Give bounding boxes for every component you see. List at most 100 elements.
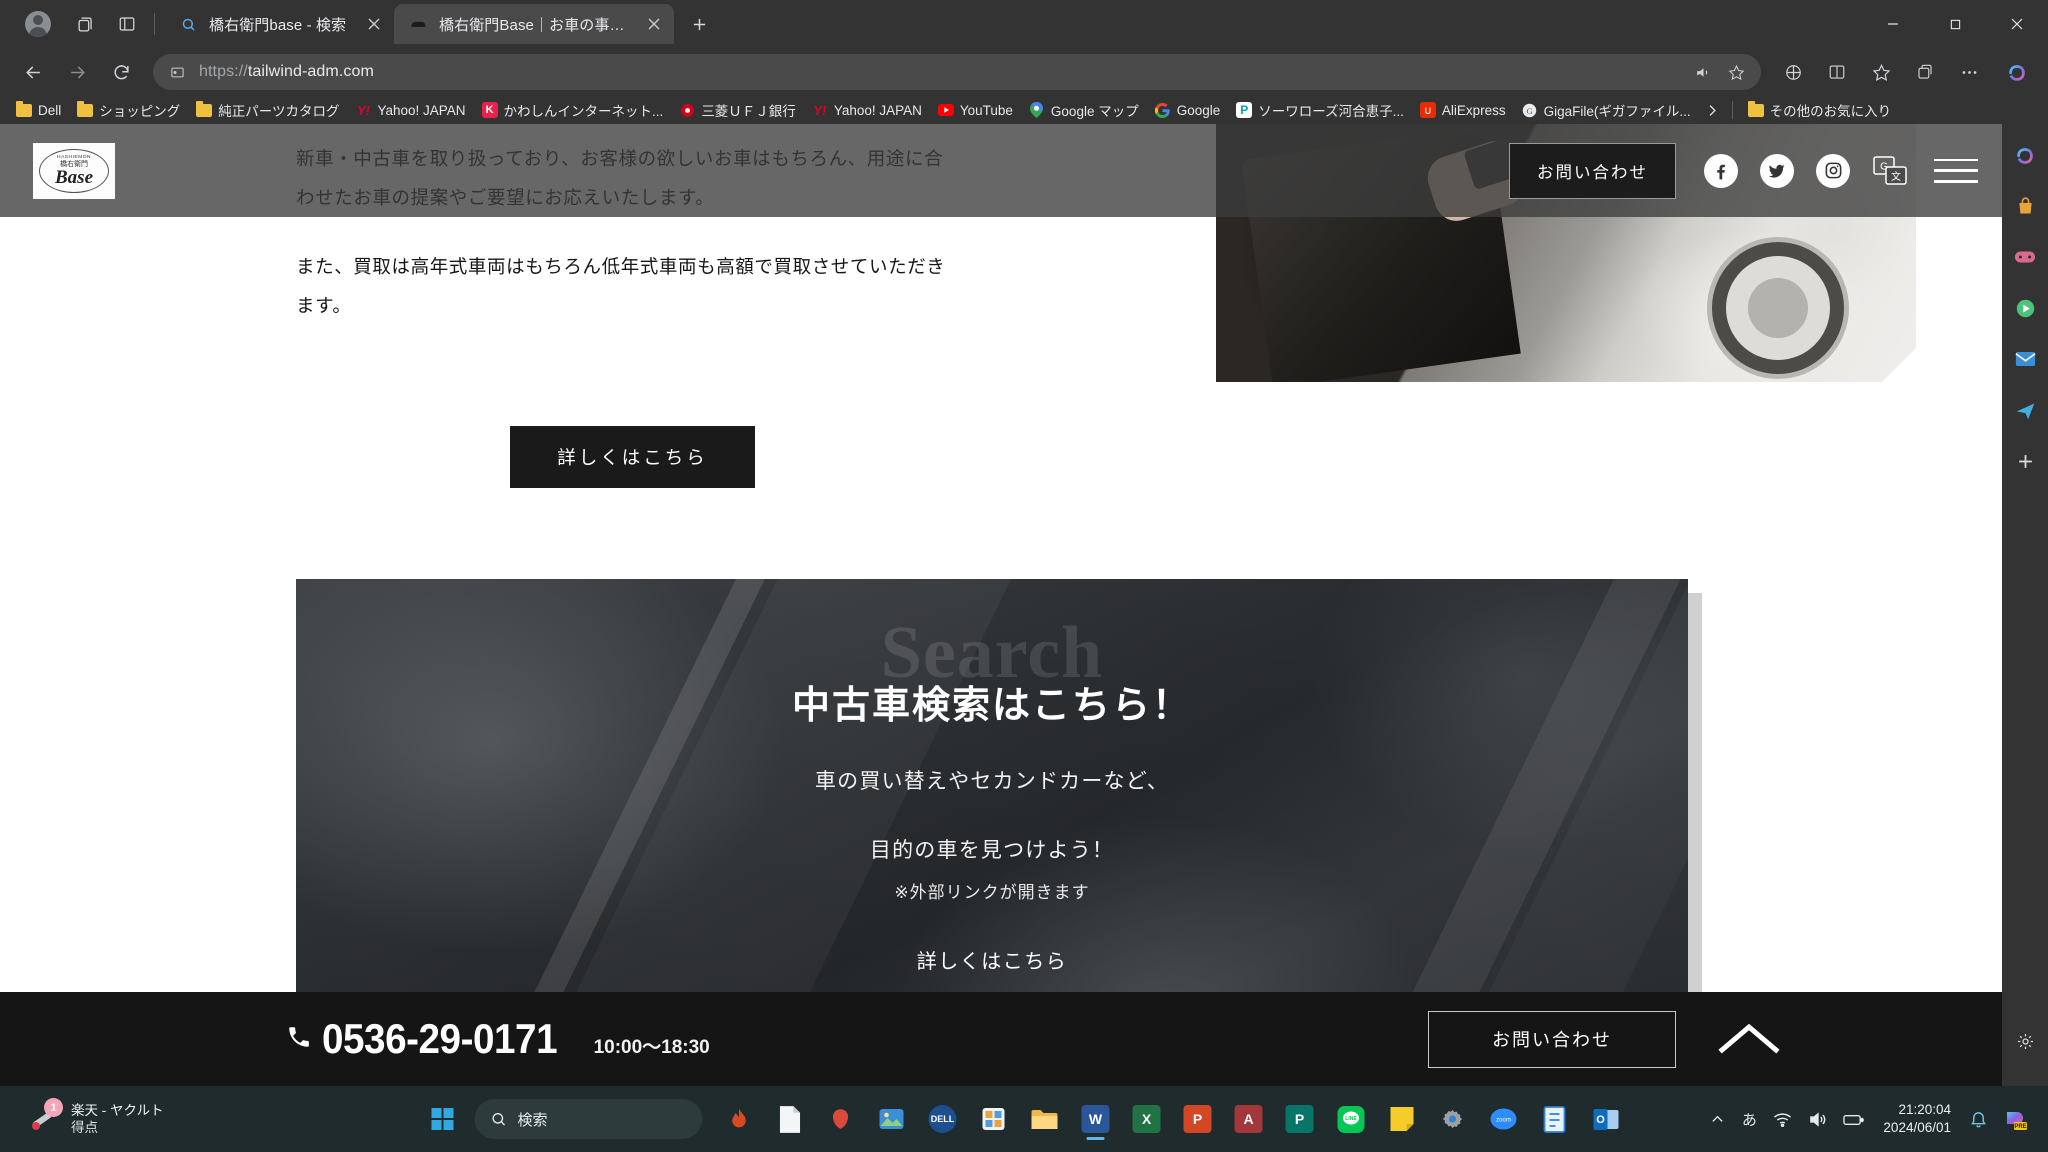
- site-info-icon[interactable]: [165, 60, 189, 84]
- maximize-button[interactable]: [1924, 0, 1986, 48]
- taskbar-app-zoom[interactable]: zoom: [1481, 1096, 1527, 1142]
- back-button[interactable]: [14, 53, 52, 91]
- search-watermark-text: Search: [880, 612, 1104, 694]
- bookmark-shopping[interactable]: ショッピング: [69, 98, 188, 122]
- sports-widget-icon: 1: [22, 1098, 63, 1139]
- close-icon[interactable]: [362, 12, 386, 36]
- tab-actions-icon[interactable]: [67, 6, 103, 42]
- games-icon[interactable]: [2008, 240, 2042, 274]
- taskbar-app-outlook[interactable]: O: [1583, 1096, 1629, 1142]
- header-contact-button[interactable]: お問い合わせ: [1509, 142, 1676, 199]
- instagram-icon[interactable]: [1816, 153, 1850, 188]
- search-section-line2: 目的の車を見つけよう！: [869, 839, 1115, 862]
- address-bar[interactable]: https://tailwind-adm.com: [153, 54, 1761, 90]
- profile-button[interactable]: [18, 4, 58, 44]
- split-screen-icon[interactable]: [109, 6, 145, 42]
- shopping-icon[interactable]: [2008, 189, 2042, 223]
- copilot-icon[interactable]: [2008, 138, 2042, 172]
- bookmark-aliexpress[interactable]: ∪ AliExpress: [1412, 98, 1514, 122]
- taskbar-clock[interactable]: 21:20:04 2024/06/01: [1873, 1096, 1961, 1142]
- favorite-star-icon[interactable]: [1721, 57, 1751, 87]
- svg-text:O: O: [1596, 1114, 1605, 1126]
- search-icon: [491, 1111, 507, 1127]
- forward-button[interactable]: [58, 53, 96, 91]
- bookmark-sowarose[interactable]: P ソーワローズ河合恵子...: [1228, 98, 1412, 122]
- taskbar-app-document[interactable]: [767, 1096, 813, 1142]
- volume-icon[interactable]: [1801, 1096, 1834, 1142]
- browser-essentials-icon[interactable]: [1774, 53, 1812, 91]
- scroll-to-top-button[interactable]: [1716, 1019, 1782, 1059]
- phone-block[interactable]: 0536-29-0171 10:00〜18:30: [286, 1015, 710, 1063]
- tools-icon[interactable]: [2008, 393, 2042, 427]
- taskbar-app-firefox[interactable]: [818, 1096, 864, 1142]
- bookmark-dell[interactable]: Dell: [8, 98, 69, 122]
- split-screen-button[interactable]: [1818, 53, 1856, 91]
- bookmark-google[interactable]: Google: [1147, 98, 1229, 122]
- read-aloud-icon[interactable]: [1688, 57, 1718, 87]
- collections-button[interactable]: [1906, 53, 1944, 91]
- browser-tab-0[interactable]: 橋右衛門base - 検索: [164, 4, 394, 44]
- media-icon[interactable]: [2008, 291, 2042, 325]
- outlook-icon[interactable]: [2008, 342, 2042, 376]
- edge-sidebar: [2002, 124, 2048, 1086]
- minimize-button[interactable]: [1862, 0, 1924, 48]
- taskbar-app-publisher[interactable]: P: [1277, 1096, 1323, 1142]
- kawashin-icon: K: [481, 102, 498, 118]
- sidebar-settings-icon[interactable]: [2008, 1024, 2042, 1058]
- copilot-pre-icon[interactable]: PRE: [1996, 1096, 2036, 1142]
- taskbar-app-excel[interactable]: X: [1124, 1096, 1170, 1142]
- add-sidebar-icon[interactable]: [2008, 444, 2042, 478]
- site-logo[interactable]: HASHIEMON 橋右衛門 Base: [33, 142, 115, 199]
- taskbar-widget-sports[interactable]: 1 楽天 - ヤクルト 得点: [22, 1098, 272, 1139]
- taskbar-app-access[interactable]: A: [1226, 1096, 1272, 1142]
- taskbar-app-notes[interactable]: [1379, 1096, 1425, 1142]
- taskbar-app-photos[interactable]: [869, 1096, 915, 1142]
- intro-more-button[interactable]: 詳しくはこちら: [510, 426, 755, 488]
- taskbar-app-snipping[interactable]: [1532, 1096, 1578, 1142]
- bookmark-parts-catalog[interactable]: 純正パーツカタログ: [188, 98, 347, 122]
- taskbar-search-box[interactable]: 検索: [474, 1099, 703, 1139]
- search-more-link[interactable]: 詳しくはこちら: [917, 945, 1068, 974]
- window-controls: [1862, 0, 2048, 48]
- copilot-button[interactable]: [1998, 53, 2036, 91]
- refresh-button[interactable]: [102, 53, 140, 91]
- taskbar-app-line[interactable]: LINE: [1328, 1096, 1374, 1142]
- bookmark-youtube[interactable]: YouTube: [930, 98, 1021, 122]
- ime-indicator[interactable]: あ: [1734, 1096, 1764, 1142]
- bookmarks-overflow-button[interactable]: [1701, 98, 1725, 122]
- phone-icon: [286, 1024, 312, 1055]
- footer-contact-button[interactable]: お問い合わせ: [1428, 1010, 1676, 1068]
- windows-taskbar: 1 楽天 - ヤクルト 得点 検索 DELL W X P A P LINE zo…: [0, 1086, 2048, 1152]
- bookmark-yahoo-japan-1[interactable]: Y! Yahoo! JAPAN: [348, 98, 474, 122]
- taskbar-app-store[interactable]: [971, 1096, 1017, 1142]
- taskbar-app-flame[interactable]: [716, 1096, 762, 1142]
- bookmark-yahoo-japan-2[interactable]: Y! Yahoo! JAPAN: [804, 98, 930, 122]
- facebook-icon[interactable]: [1704, 153, 1738, 188]
- yahoo-icon: Y!: [813, 102, 827, 118]
- tray-expand-icon[interactable]: [1702, 1096, 1732, 1142]
- hamburger-menu-icon[interactable]: [1934, 156, 1978, 186]
- bookmark-kawashin[interactable]: K かわしんインターネット...: [474, 98, 672, 122]
- translate-icon[interactable]: G 文: [1872, 154, 1908, 188]
- taskbar-app-word[interactable]: W: [1073, 1096, 1119, 1142]
- taskbar-app-settings[interactable]: [1430, 1096, 1476, 1142]
- bookmark-gigafile[interactable]: G GigaFile(ギガファイル...: [1514, 98, 1699, 122]
- bookmark-mufg[interactable]: 三菱ＵＦＪ銀行: [671, 98, 804, 122]
- taskbar-app-dell[interactable]: DELL: [920, 1096, 966, 1142]
- notification-bell-icon[interactable]: [1963, 1096, 1994, 1142]
- bookmark-google-maps[interactable]: Google マップ: [1021, 98, 1147, 122]
- close-icon[interactable]: [642, 12, 666, 36]
- bookmark-label: Google: [1176, 102, 1221, 118]
- battery-icon[interactable]: [1836, 1096, 1871, 1142]
- close-window-button[interactable]: [1986, 0, 2048, 48]
- browser-tab-1[interactable]: 橋右衛門Base｜お車の事なら幅広: [394, 4, 674, 44]
- favorites-button[interactable]: [1862, 53, 1900, 91]
- wifi-icon[interactable]: [1766, 1096, 1799, 1142]
- more-settings-icon[interactable]: [1950, 53, 1988, 91]
- taskbar-app-powerpoint[interactable]: P: [1175, 1096, 1221, 1142]
- twitter-icon[interactable]: [1760, 153, 1794, 188]
- taskbar-app-explorer[interactable]: [1022, 1096, 1068, 1142]
- bookmark-other-favorites[interactable]: その他のお気に入り: [1740, 98, 1900, 122]
- new-tab-button[interactable]: [682, 7, 716, 41]
- windows-start-button[interactable]: [420, 1096, 466, 1142]
